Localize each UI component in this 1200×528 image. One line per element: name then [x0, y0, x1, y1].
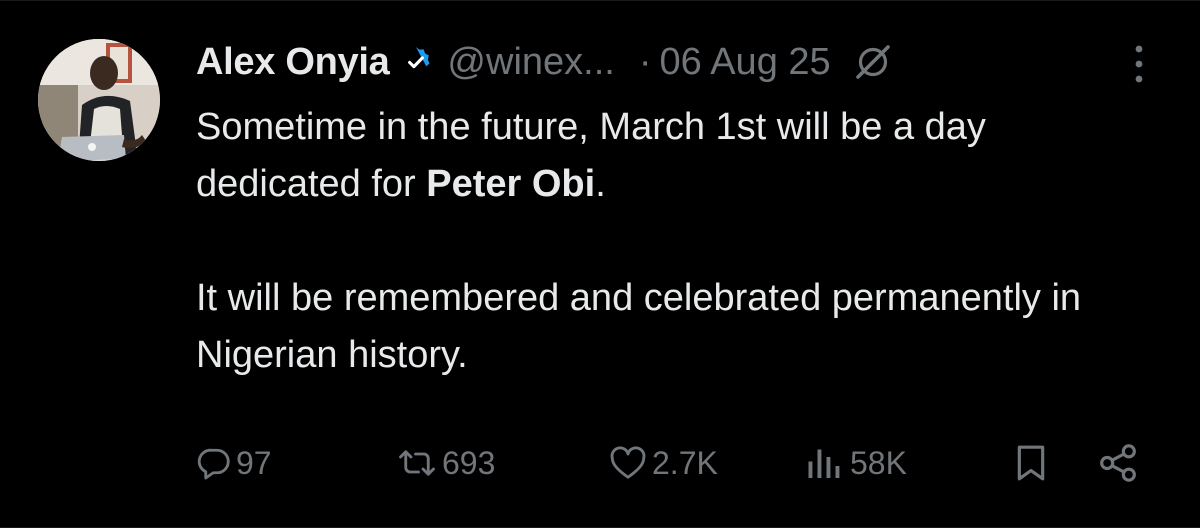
repost-count: 693 [442, 444, 496, 481]
tweet-card[interactable]: Alex Onyia @winex... · 06 Aug 25 Sometim… [0, 0, 1200, 528]
tweet-paragraph-1: Sometime in the future, March 1st will b… [196, 99, 1156, 213]
views-count: 58K [850, 444, 907, 481]
grok-icon[interactable] [853, 42, 893, 82]
views-icon [808, 449, 840, 478]
tweet-paragraph-2: It will be remembered and celebrated per… [196, 277, 1082, 376]
author-name[interactable]: Alex Onyia [196, 41, 390, 84]
tweet-text: Sometime in the future, March 1st will b… [196, 99, 1156, 384]
reply-icon [197, 448, 230, 480]
views-button[interactable]: 58K [804, 437, 907, 489]
tweet-text-segment: . [595, 163, 606, 205]
like-count: 2.7K [652, 444, 718, 481]
bookmark-icon [1017, 445, 1045, 481]
share-button[interactable] [1096, 437, 1140, 489]
like-icon [610, 446, 646, 479]
reply-button[interactable]: 97 [196, 437, 272, 489]
tweet-date[interactable]: 06 Aug 25 [659, 41, 830, 84]
bookmark-button[interactable] [1014, 437, 1048, 489]
header-separator: · [638, 40, 652, 83]
repost-icon [399, 450, 435, 476]
share-icon [1100, 444, 1136, 482]
more-options-icon[interactable] [1124, 43, 1154, 85]
like-button[interactable]: 2.7K [608, 437, 718, 489]
author-handle[interactable]: @winex... [447, 41, 614, 84]
reply-count: 97 [236, 444, 272, 481]
verified-badge-icon [408, 47, 430, 69]
avatar-image [38, 39, 160, 161]
tweet-text-bold: Peter Obi [426, 163, 596, 205]
avatar[interactable] [38, 39, 160, 161]
repost-button[interactable]: 693 [396, 437, 495, 489]
tweet-header: Alex Onyia @winex... · 06 Aug 25 [196, 37, 893, 87]
action-bar: 97 693 2.7K 58K [0, 437, 1200, 489]
